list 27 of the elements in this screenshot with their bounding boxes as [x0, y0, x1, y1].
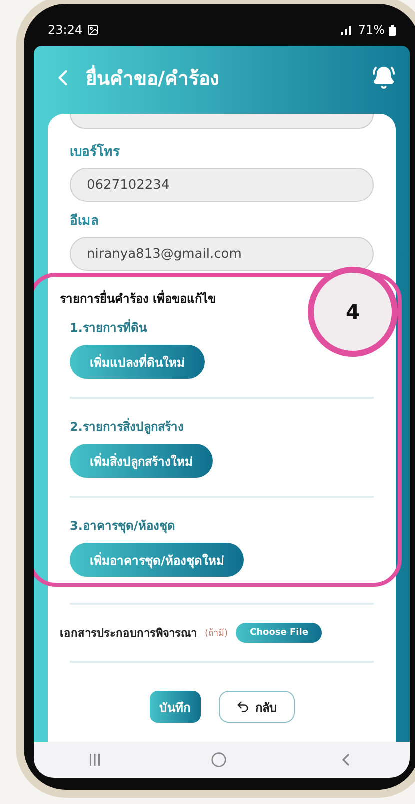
section-title: รายการยื่นคำร้อง เพื่อขอแก้ไข: [60, 289, 218, 308]
attachment-label: เอกสารประกอบการพิจารณา: [60, 626, 197, 642]
input-field[interactable]: [70, 114, 374, 129]
group-title: 2.รายการสิ่งปลูกสร้าง: [70, 417, 185, 436]
save-button[interactable]: บันทึก: [150, 691, 200, 723]
page-title: ยื่นคำขอ/คำร้อง: [86, 63, 362, 93]
add-button[interactable]: เพิ่มสิ่งปลูกสร้างใหม่: [70, 444, 213, 478]
choose-file-button[interactable]: Choose File: [236, 623, 322, 643]
field-label: เบอร์โทร: [70, 142, 121, 162]
optional-hint: (ถ้ามี): [205, 628, 228, 640]
status-time: 23:24: [48, 23, 83, 37]
battery-icon: [389, 24, 396, 36]
back-button[interactable]: กลับ: [218, 691, 294, 723]
recent-apps-icon[interactable]: [88, 753, 102, 767]
input-field[interactable]: 0627102234: [70, 168, 374, 202]
battery-percentage: 71%: [358, 23, 385, 37]
group-title: 1.รายการที่ดิน: [70, 318, 148, 337]
image-icon: [86, 24, 99, 36]
group-title: 3.อาคารชุด/ห้องชุด: [70, 518, 176, 535]
step-number-badge: 4: [308, 267, 398, 357]
undo-icon: [236, 700, 250, 714]
field-label: อีเมล: [70, 212, 100, 231]
add-button[interactable]: เพิ่มอาคารชุด/ห้องชุดใหม่: [70, 543, 244, 577]
bell-icon[interactable]: [372, 66, 396, 90]
input-field[interactable]: niranya813@gmail.com: [70, 237, 374, 271]
home-icon[interactable]: [210, 752, 227, 768]
add-button[interactable]: เพิ่มแปลงที่ดินใหม่: [70, 345, 205, 379]
